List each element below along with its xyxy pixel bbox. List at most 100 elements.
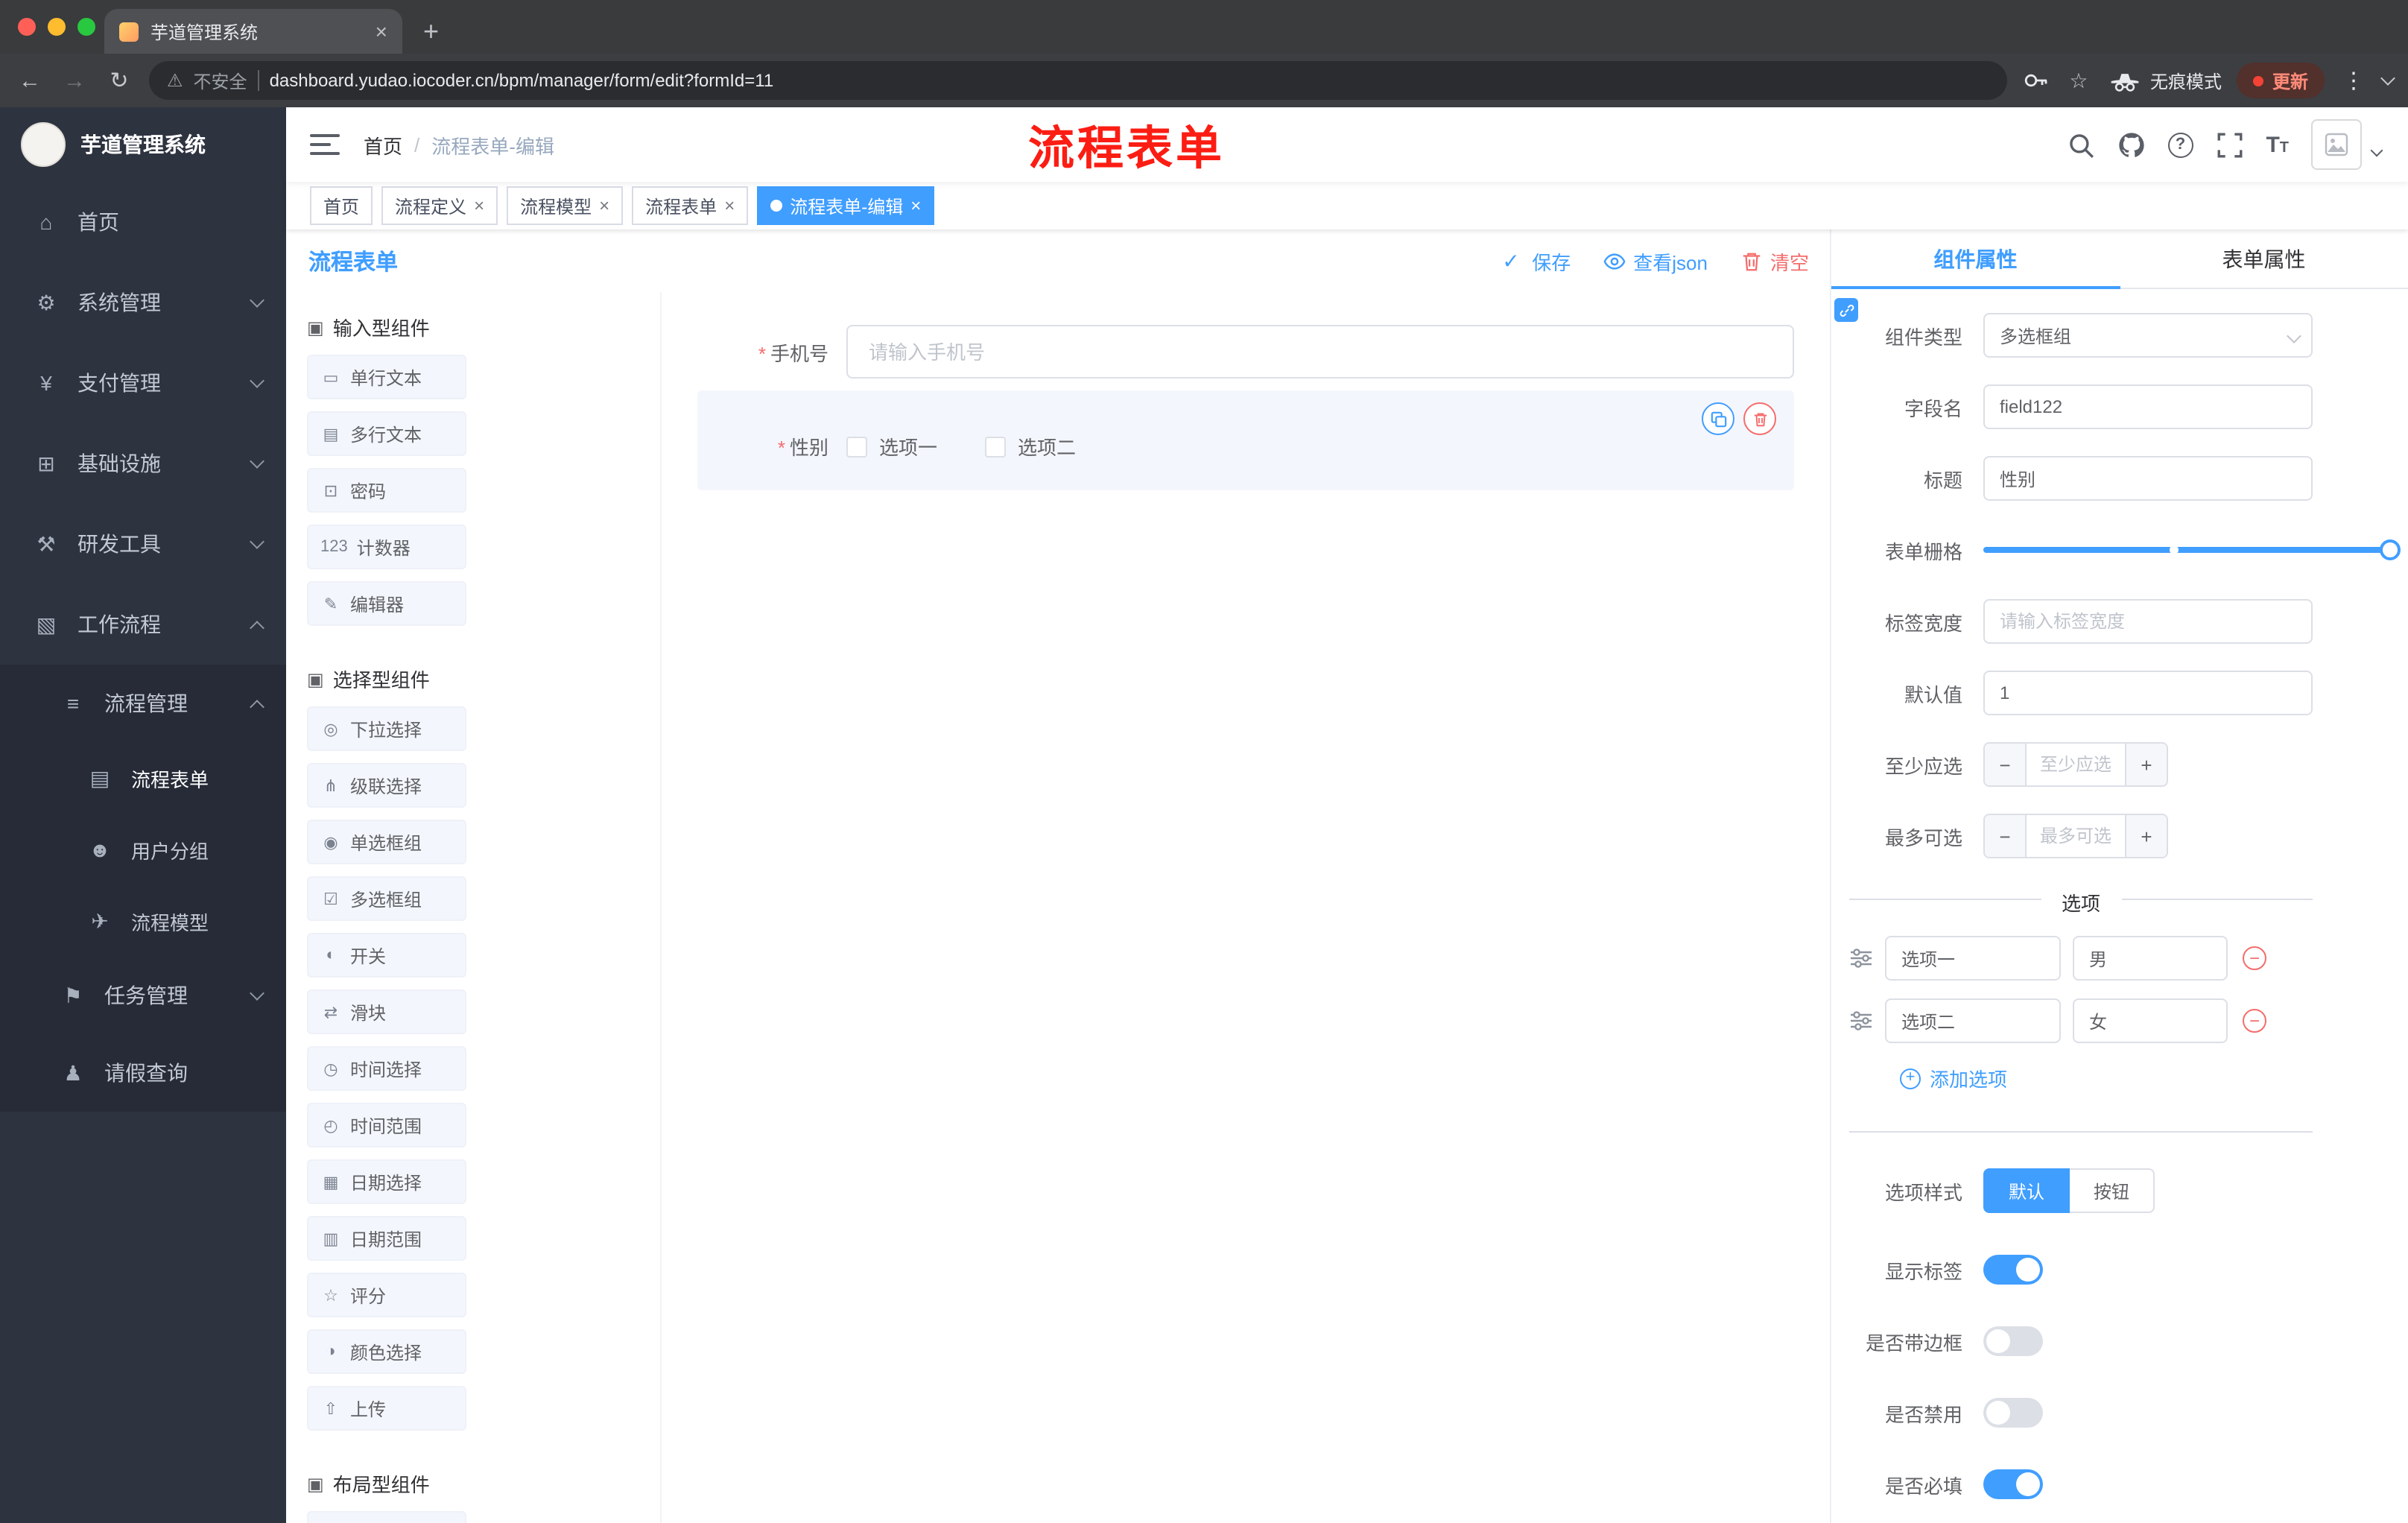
sidebar-item-leave-query[interactable]: ♟ 请假查询 bbox=[0, 1034, 286, 1112]
palette-item[interactable]: ⋔ 级联选择 bbox=[307, 763, 466, 808]
palette-item[interactable]: ▭ 单行文本 bbox=[307, 355, 466, 399]
close-icon[interactable]: × bbox=[724, 195, 735, 216]
option-value-input[interactable] bbox=[2073, 936, 2228, 981]
copy-field-button[interactable] bbox=[1702, 402, 1734, 435]
slider-handle[interactable] bbox=[2380, 539, 2401, 560]
palette-item[interactable]: ▤ 多行文本 bbox=[307, 411, 466, 456]
sidebar-item-system[interactable]: ⚙ 系统管理 bbox=[0, 262, 286, 343]
sidebar-logo[interactable]: 芋道管理系统 bbox=[0, 107, 286, 182]
palette-item[interactable]: ◑ 颜色选择 bbox=[307, 1329, 466, 1374]
maximize-window-button[interactable] bbox=[77, 18, 95, 36]
style-button-button[interactable]: 按钮 bbox=[2070, 1168, 2155, 1213]
close-icon[interactable]: × bbox=[910, 195, 921, 216]
save-button[interactable]: ✓ 保存 bbox=[1502, 247, 1571, 275]
view-json-button[interactable]: 查看json bbox=[1603, 247, 1708, 275]
tab-component-props[interactable]: 组件属性 bbox=[1831, 229, 2120, 289]
gender-field-selected[interactable]: 性别 选项一 选项二 bbox=[697, 390, 1794, 490]
link-icon[interactable] bbox=[1834, 298, 1858, 322]
tab-close-icon[interactable]: × bbox=[376, 19, 387, 43]
sidebar-item-process-model[interactable]: ✈ 流程模型 bbox=[0, 885, 286, 957]
min-select-input[interactable] bbox=[2027, 744, 2125, 785]
bookmark-star-icon[interactable]: ☆ bbox=[2064, 68, 2094, 93]
hamburger-icon[interactable] bbox=[310, 134, 340, 155]
update-button[interactable]: 更新 bbox=[2236, 63, 2325, 98]
back-icon[interactable]: ← bbox=[15, 68, 45, 93]
address-bar[interactable]: ⚠ 不安全 dashboard.yudao.iocoder.cn/bpm/man… bbox=[149, 61, 2007, 100]
browser-tab[interactable]: 芋道管理系统 × bbox=[104, 9, 402, 54]
decrease-button[interactable]: − bbox=[1985, 815, 2027, 857]
browser-menu-icon[interactable]: ⋮ bbox=[2339, 67, 2368, 94]
palette-item[interactable]: ✎ 编辑器 bbox=[307, 581, 466, 626]
option-label-input[interactable] bbox=[1885, 936, 2061, 981]
default-value-input[interactable] bbox=[1983, 671, 2313, 715]
tab-home[interactable]: 首页 bbox=[310, 186, 373, 225]
chevron-down-icon[interactable] bbox=[2380, 70, 2395, 85]
forward-icon[interactable]: → bbox=[60, 68, 89, 93]
new-tab-button[interactable]: + bbox=[423, 16, 439, 48]
sidebar-item-infrastructure[interactable]: ⊞ 基础设施 bbox=[0, 423, 286, 504]
palette-item[interactable]: ▥ 日期范围 bbox=[307, 1216, 466, 1261]
sidebar-item-user-group[interactable]: ☻ 用户分组 bbox=[0, 814, 286, 885]
grid-slider[interactable] bbox=[1983, 539, 2401, 560]
sidebar-item-home[interactable]: ⌂ 首页 bbox=[0, 182, 286, 262]
option-value-input[interactable] bbox=[2073, 998, 2228, 1043]
phone-field-row[interactable]: 手机号 bbox=[697, 325, 1794, 379]
increase-button[interactable]: + bbox=[2125, 815, 2167, 857]
sidebar-item-devtools[interactable]: ⚒ 研发工具 bbox=[0, 504, 286, 584]
component-type-select[interactable] bbox=[1983, 313, 2313, 358]
tab-form-props[interactable]: 表单属性 bbox=[2120, 229, 2408, 288]
palette-item[interactable]: ◷ 时间选择 bbox=[307, 1046, 466, 1091]
palette-item[interactable]: ◐ 开关 bbox=[307, 933, 466, 978]
palette-item[interactable]: ☆ 评分 bbox=[307, 1273, 466, 1317]
close-icon[interactable]: × bbox=[599, 195, 609, 216]
with-border-switch[interactable] bbox=[1983, 1326, 2043, 1356]
breadcrumb-home[interactable]: 首页 bbox=[364, 130, 402, 159]
close-icon[interactable]: × bbox=[474, 195, 484, 216]
gender-option-1[interactable]: 选项一 bbox=[846, 432, 937, 460]
tab-process-model[interactable]: 流程模型 × bbox=[507, 186, 624, 225]
decrease-button[interactable]: − bbox=[1985, 744, 2027, 785]
label-width-input[interactable] bbox=[1983, 599, 2313, 644]
delete-field-button[interactable] bbox=[1743, 402, 1776, 435]
minimize-window-button[interactable] bbox=[48, 18, 66, 36]
component-type-value[interactable] bbox=[1983, 313, 2313, 358]
option-label-input[interactable] bbox=[1885, 998, 2061, 1043]
add-option-button[interactable]: + 添加选项 bbox=[1900, 1064, 2313, 1092]
required-switch[interactable] bbox=[1983, 1469, 2043, 1499]
palette-item[interactable]: ⇄ 滑块 bbox=[307, 990, 466, 1034]
increase-button[interactable]: + bbox=[2125, 744, 2167, 785]
palette-item[interactable]: ◴ 时间范围 bbox=[307, 1103, 466, 1147]
drag-handle-icon[interactable] bbox=[1849, 946, 1873, 970]
tab-process-form-edit[interactable]: 流程表单-编辑 × bbox=[757, 186, 935, 225]
sidebar-item-workflow[interactable]: ▧ 工作流程 bbox=[0, 584, 286, 665]
tab-process-definition[interactable]: 流程定义 × bbox=[381, 186, 498, 225]
avatar[interactable] bbox=[2311, 119, 2362, 170]
font-size-icon[interactable]: TT bbox=[2266, 132, 2289, 157]
title-input[interactable] bbox=[1983, 456, 2313, 501]
sidebar-item-task-management[interactable]: ⚑ 任务管理 bbox=[0, 957, 286, 1034]
max-select-input[interactable] bbox=[2027, 815, 2125, 857]
close-window-button[interactable] bbox=[18, 18, 36, 36]
disabled-switch[interactable] bbox=[1983, 1398, 2043, 1428]
show-label-switch[interactable] bbox=[1983, 1255, 2043, 1285]
palette-item[interactable]: ⊡ 密码 bbox=[307, 468, 466, 513]
help-icon[interactable]: ? bbox=[2167, 132, 2193, 157]
sidebar-item-process-form[interactable]: ▤ 流程表单 bbox=[0, 742, 286, 814]
tab-process-form[interactable]: 流程表单 × bbox=[632, 186, 749, 225]
palette-item[interactable]: ☑ 多选框组 bbox=[307, 876, 466, 921]
sidebar-item-process-management[interactable]: ≡ 流程管理 bbox=[0, 665, 286, 742]
field-name-input[interactable] bbox=[1983, 384, 2313, 429]
phone-input[interactable] bbox=[846, 325, 1794, 379]
clear-button[interactable]: 清空 bbox=[1740, 247, 1809, 275]
password-key-icon[interactable] bbox=[2022, 67, 2049, 94]
palette-item[interactable]: ◎ 下拉选择 bbox=[307, 706, 466, 751]
chevron-down-icon[interactable] bbox=[2370, 144, 2383, 157]
sidebar-item-payment[interactable]: ¥ 支付管理 bbox=[0, 343, 286, 423]
github-icon[interactable] bbox=[2117, 130, 2145, 159]
drag-handle-icon[interactable] bbox=[1849, 1009, 1873, 1033]
gender-option-2[interactable]: 选项二 bbox=[985, 432, 1076, 460]
remove-option-button[interactable]: − bbox=[2243, 946, 2266, 970]
palette-item[interactable]: ◫ 行容器 bbox=[307, 1511, 466, 1523]
palette-item[interactable]: ▦ 日期选择 bbox=[307, 1159, 466, 1204]
reload-icon[interactable]: ↻ bbox=[104, 67, 134, 94]
